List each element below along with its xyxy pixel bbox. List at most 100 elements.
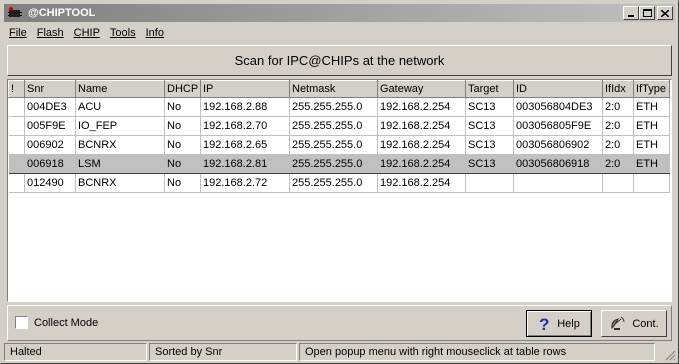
cell-ifidx: 2:0 xyxy=(602,116,634,136)
help-label: Help xyxy=(557,317,580,330)
status-bar: Halted Sorted by Snr Open popup menu wit… xyxy=(4,343,657,361)
cell-ip: 192.168.2.70 xyxy=(200,116,290,136)
column-header-dhcp[interactable]: DHCP xyxy=(164,80,201,98)
cell-id: 003056806902 xyxy=(513,135,603,155)
status-state: Halted xyxy=(4,343,147,361)
cell-id xyxy=(513,173,603,193)
cell-ip: 192.168.2.81 xyxy=(200,154,290,174)
cell-iftype: ETH xyxy=(633,116,670,136)
column-header-name[interactable]: Name xyxy=(75,80,165,98)
cell-gateway: 192.168.2.254 xyxy=(377,154,466,174)
cell-id: 003056804DE3 xyxy=(513,97,603,117)
cell-netmask: 255.255.255.0 xyxy=(289,154,378,174)
cell-netmask: 255.255.255.0 xyxy=(289,97,378,117)
minimize-icon xyxy=(628,14,634,17)
cell-dhcp: No xyxy=(164,135,201,155)
cell-snr: 006902 xyxy=(24,135,76,155)
maximize-button[interactable] xyxy=(639,6,655,20)
continue-button[interactable]: Cont. xyxy=(601,310,667,337)
satellite-dish-icon xyxy=(609,316,627,332)
cell-snr: 006918 xyxy=(24,154,76,174)
menu-tools[interactable]: Tools xyxy=(105,27,141,39)
collect-mode-checkbox[interactable]: Collect Mode xyxy=(15,316,98,329)
devices-table: ! Snr Name DHCP IP Netmask Gateway Targe… xyxy=(7,79,672,302)
cell-flag xyxy=(8,116,25,136)
cell-ip: 192.168.2.65 xyxy=(200,135,290,155)
title-bar[interactable]: @CHIPTOOL xyxy=(4,4,675,22)
cell-target: SC13 xyxy=(465,135,514,155)
column-header-snr[interactable]: Snr xyxy=(24,80,76,98)
svg-text:?: ? xyxy=(539,316,549,332)
cell-snr: 004DE3 xyxy=(24,97,76,117)
column-header-iftype[interactable]: IfType xyxy=(633,80,670,98)
app-window: @CHIPTOOL File Flash CHIP Tools Info Sca… xyxy=(0,0,679,364)
cell-flag xyxy=(8,135,25,155)
cell-target: SC13 xyxy=(465,116,514,136)
cell-gateway: 192.168.2.254 xyxy=(377,116,466,136)
cell-ifidx: 2:0 xyxy=(602,135,634,155)
status-sort: Sorted by Snr xyxy=(149,343,297,361)
menu-chip[interactable]: CHIP xyxy=(69,27,105,39)
column-header-ifidx[interactable]: IfIdx xyxy=(602,80,634,98)
table-row[interactable]: 012490 BCNRX No 192.168.2.72 255.255.255… xyxy=(8,173,670,193)
cell-netmask: 255.255.255.0 xyxy=(289,173,378,193)
cell-name: BCNRX xyxy=(75,173,165,193)
status-hint: Open popup menu with right mouseclick at… xyxy=(299,343,655,361)
column-header-ip[interactable]: IP xyxy=(200,80,290,98)
checkbox-box[interactable] xyxy=(15,316,28,329)
close-button[interactable] xyxy=(657,6,673,20)
cell-netmask: 255.255.255.0 xyxy=(289,135,378,155)
cell-ip: 192.168.2.72 xyxy=(200,173,290,193)
table-row-selected[interactable]: 006918 LSM No 192.168.2.81 255.255.255.0… xyxy=(8,154,670,174)
cell-ifidx xyxy=(602,173,634,193)
cell-dhcp: No xyxy=(164,116,201,136)
cell-flag xyxy=(8,97,25,117)
table-row[interactable]: 005F9E IO_FEP No 192.168.2.70 255.255.25… xyxy=(8,116,670,136)
column-header-flag[interactable]: ! xyxy=(8,80,25,98)
cell-name: IO_FEP xyxy=(75,116,165,136)
cell-flag xyxy=(8,173,25,193)
column-header-target[interactable]: Target xyxy=(465,80,514,98)
cell-gateway: 192.168.2.254 xyxy=(377,97,466,117)
question-icon: ? xyxy=(538,316,552,332)
table-row[interactable]: 006902 BCNRX No 192.168.2.65 255.255.255… xyxy=(8,135,670,155)
cont-label: Cont. xyxy=(632,317,659,330)
bottom-panel: Collect Mode ? Help Cont. xyxy=(7,305,672,341)
cell-dhcp: No xyxy=(164,97,201,117)
maximize-icon xyxy=(642,9,652,17)
help-button[interactable]: ? Help xyxy=(526,310,592,337)
cell-iftype xyxy=(633,173,670,193)
menu-flash[interactable]: Flash xyxy=(32,27,69,39)
cell-dhcp: No xyxy=(164,173,201,193)
cell-dhcp: No xyxy=(164,154,201,174)
minimize-button[interactable] xyxy=(623,6,639,20)
menu-info[interactable]: Info xyxy=(141,27,169,39)
cell-target xyxy=(465,173,514,193)
cell-target: SC13 xyxy=(465,154,514,174)
close-icon xyxy=(661,9,669,17)
cell-iftype: ETH xyxy=(633,135,670,155)
cell-ip: 192.168.2.88 xyxy=(200,97,290,117)
cell-flag xyxy=(8,154,25,174)
window-title: @CHIPTOOL xyxy=(28,7,96,19)
menu-file[interactable]: File xyxy=(4,27,32,39)
column-header-netmask[interactable]: Netmask xyxy=(289,80,378,98)
resize-grip-icon[interactable] xyxy=(664,349,676,361)
cell-snr: 005F9E xyxy=(24,116,76,136)
cell-iftype: ETH xyxy=(633,154,670,174)
cell-ifidx: 2:0 xyxy=(602,154,634,174)
table-header: ! Snr Name DHCP IP Netmask Gateway Targe… xyxy=(8,80,670,98)
column-header-id[interactable]: ID xyxy=(513,80,603,98)
column-header-gateway[interactable]: Gateway xyxy=(377,80,466,98)
table-row[interactable]: 004DE3 ACU No 192.168.2.88 255.255.255.0… xyxy=(8,97,670,117)
cell-id: 003056805F9E xyxy=(513,116,603,136)
menu-bar: File Flash CHIP Tools Info xyxy=(4,23,169,42)
cell-target: SC13 xyxy=(465,97,514,117)
cell-gateway: 192.168.2.254 xyxy=(377,135,466,155)
cell-id: 003056806918 xyxy=(513,154,603,174)
cell-snr: 012490 xyxy=(24,173,76,193)
cell-name: BCNRX xyxy=(75,135,165,155)
cell-iftype: ETH xyxy=(633,97,670,117)
cell-name: ACU xyxy=(75,97,165,117)
scan-network-button[interactable]: Scan for IPC@CHIPs at the network xyxy=(7,45,672,76)
